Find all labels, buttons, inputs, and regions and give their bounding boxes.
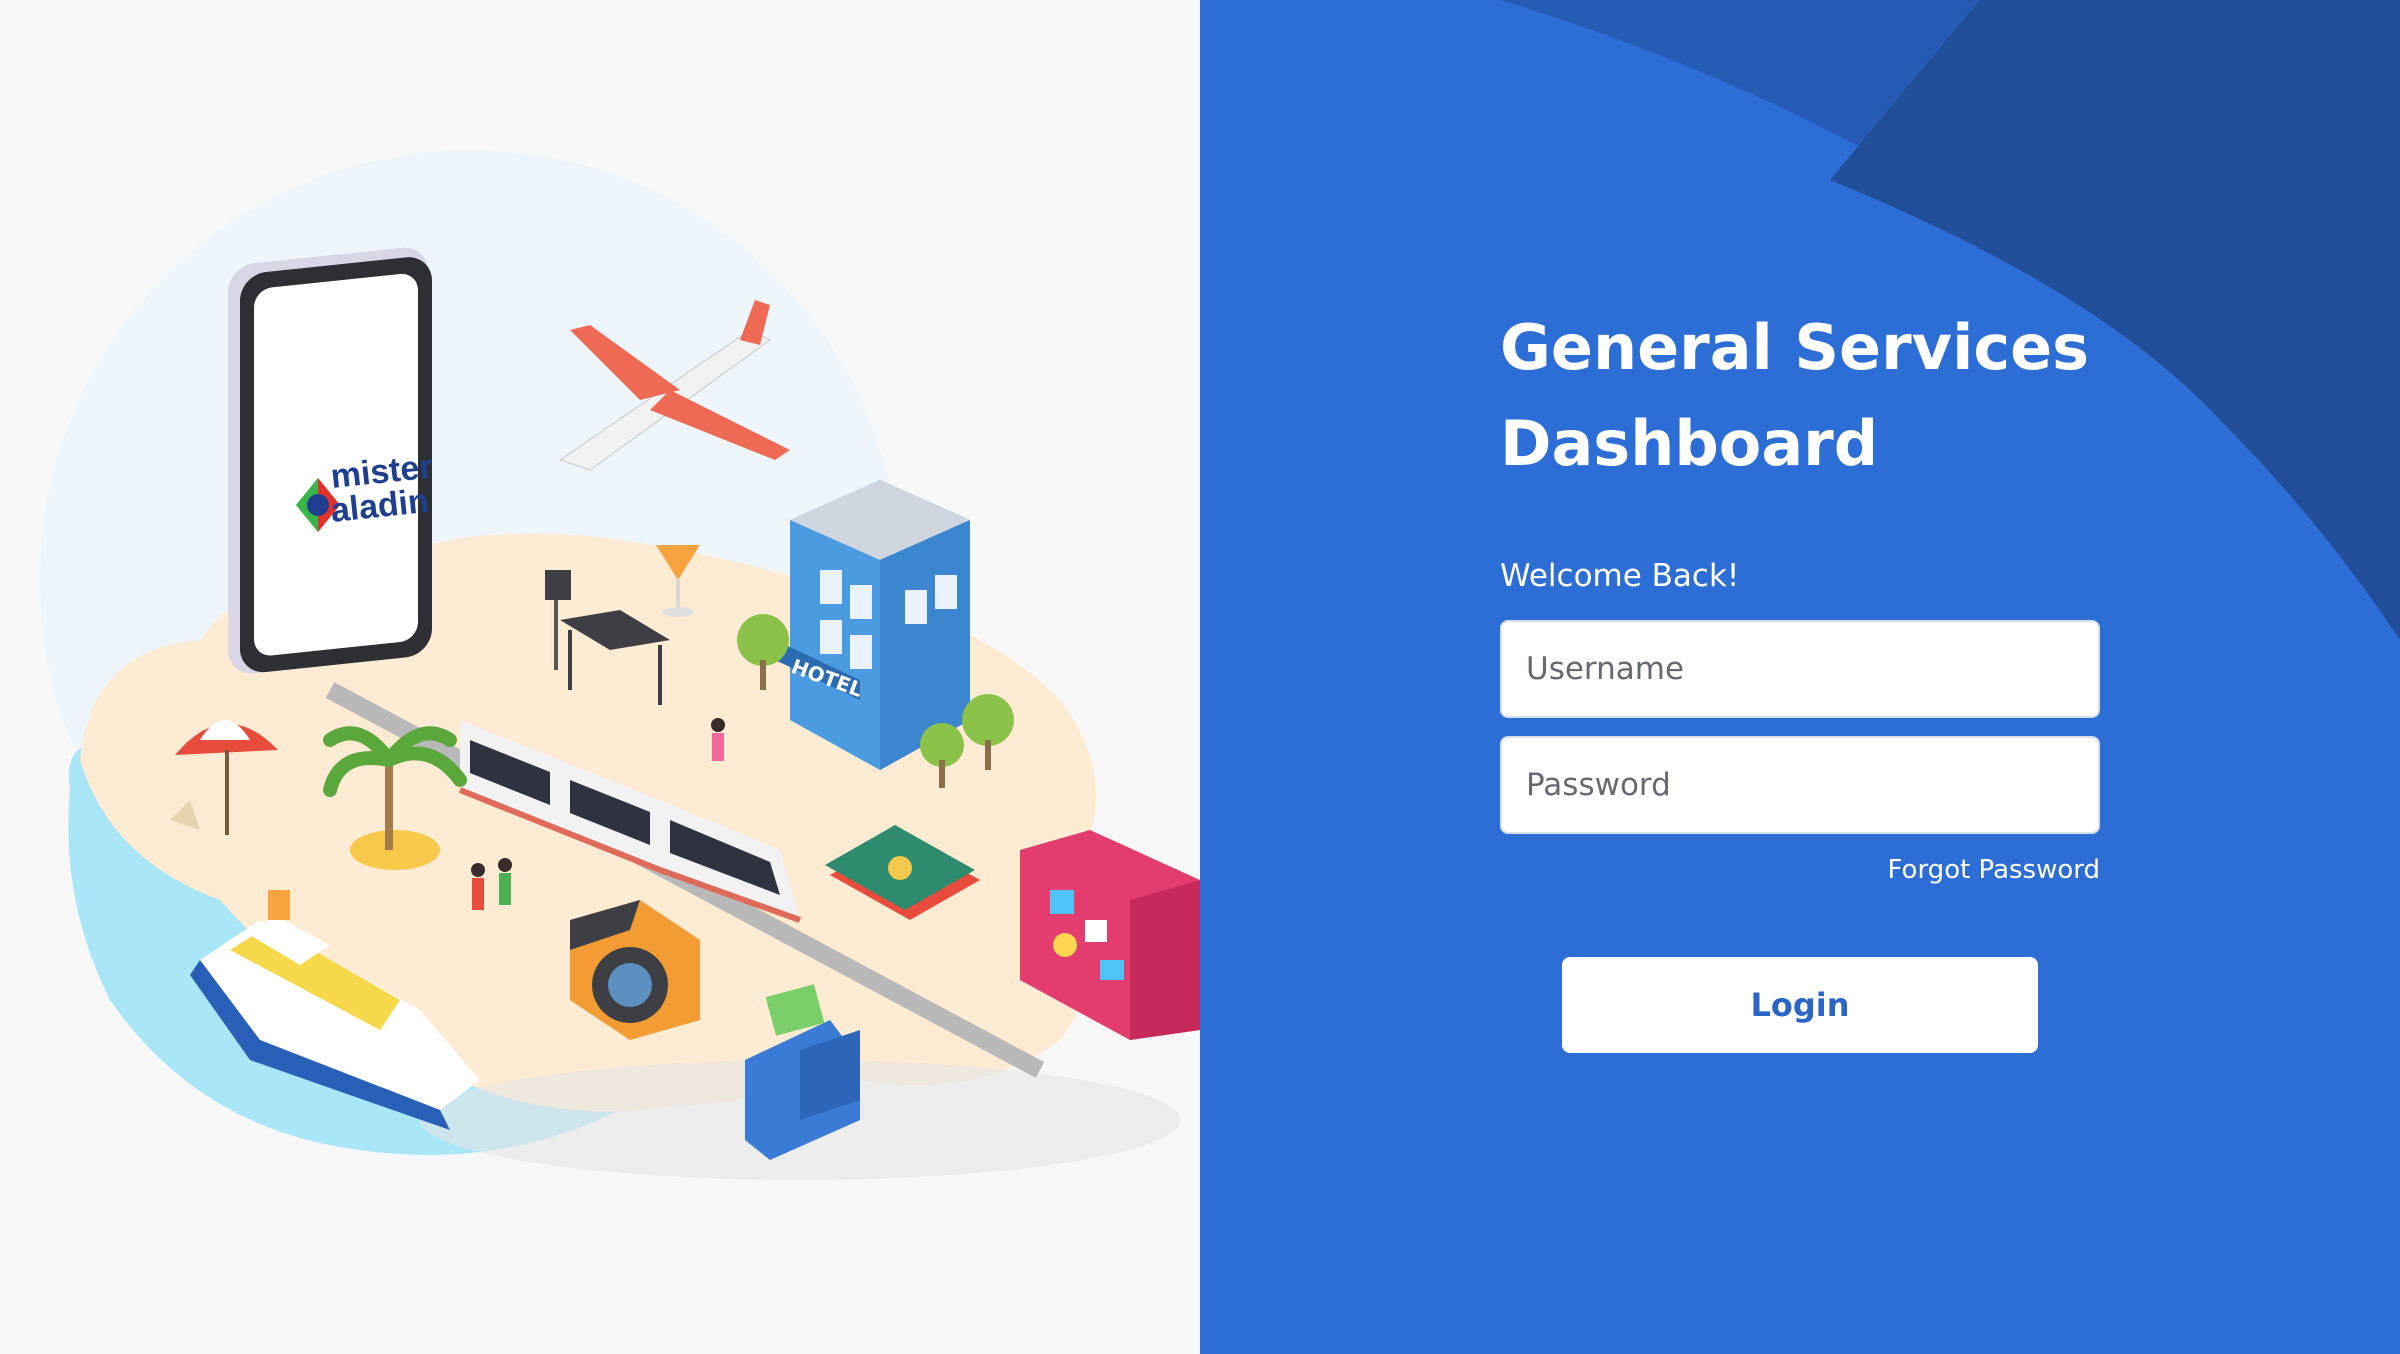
page-title: General Services Dashboard — [1500, 300, 2100, 492]
login-button[interactable]: Login — [1562, 957, 2038, 1053]
travel-illustration: mister aladin HOTEL — [40, 150, 1200, 1180]
title-line-1: General Services — [1500, 311, 2090, 384]
password-input[interactable] — [1500, 736, 2100, 834]
login-panel: General Services Dashboard Welcome Back!… — [1200, 0, 2400, 1354]
username-input[interactable] — [1500, 620, 2100, 718]
phone-icon: mister aladin — [228, 247, 434, 674]
illustration-panel: mister aladin HOTEL — [0, 0, 1200, 1354]
welcome-text: Welcome Back! — [1500, 558, 1740, 594]
title-line-2: Dashboard — [1500, 407, 1879, 480]
login-form: General Services Dashboard Welcome Back!… — [1500, 300, 2100, 1053]
forgot-password-link[interactable]: Forgot Password — [1888, 855, 2100, 885]
